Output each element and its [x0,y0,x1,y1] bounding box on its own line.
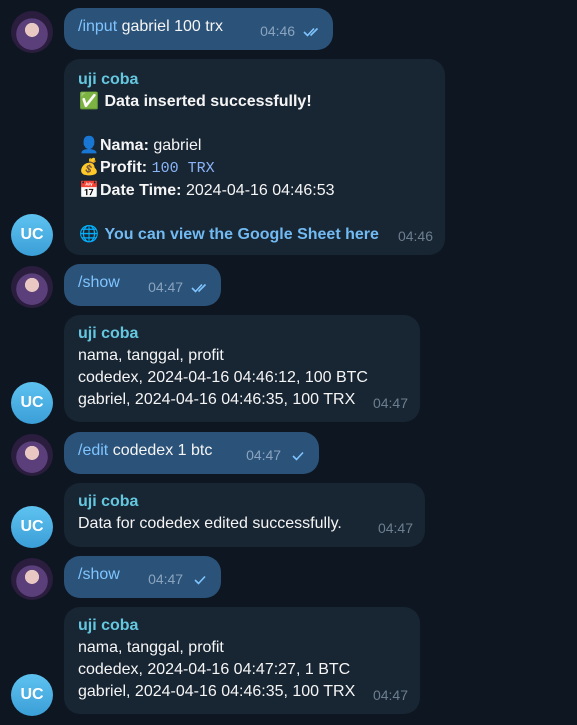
command-link[interactable]: /show [78,274,120,291]
user-avatar[interactable] [11,266,53,308]
message-time: 04:46 [260,20,321,42]
data-line: codedex, 2024-04-16 04:46:12, 100 BTC [78,369,368,386]
nama-value: gabriel [153,137,202,154]
check-icon [194,576,206,585]
profit-value[interactable]: 100 TRX [152,160,215,177]
data-line: codedex, 2024-04-16 04:47:27, 1 BTC [78,661,351,678]
user-avatar[interactable] [11,434,53,476]
incoming-message[interactable]: uji coba ✅ Data inserted successfully! 👤… [64,59,445,255]
date-label: Date Time: [100,182,182,199]
sender-name[interactable]: uji coba [78,69,431,91]
incoming-message[interactable]: uji coba nama, tanggal, profit codedex, … [64,315,420,422]
calendar-icon: 📅 [79,182,99,199]
command-link[interactable]: /edit [78,442,108,459]
message-time: 04:47 [372,687,408,703]
message-text: gabriel 100 trx [121,18,223,35]
globe-icon: 🌐 [79,226,99,243]
money-bag-icon: 💰 [79,159,99,176]
sender-name[interactable]: uji coba [78,323,406,345]
outgoing-message[interactable]: /show 04:47 [64,264,221,306]
person-icon: 👤 [79,137,99,154]
command-link[interactable]: /show [78,566,120,583]
sender-name[interactable]: uji coba [78,615,406,637]
user-avatar[interactable] [11,11,53,53]
message-time: 04:47 [148,568,209,590]
incoming-message[interactable]: uji coba Data for codedex edited success… [64,483,425,547]
data-line: nama, tanggal, profit [78,347,224,364]
incoming-message[interactable]: uji coba nama, tanggal, profit codedex, … [64,607,420,714]
outgoing-message[interactable]: /input gabriel 100 trx 04:46 [64,8,333,50]
message-text: Data for codedex edited successfully. [78,515,342,532]
message-time: 04:47 [377,520,413,536]
outgoing-message[interactable]: /edit codedex 1 btc 04:47 [64,432,319,474]
message-time: 04:47 [372,395,408,411]
sender-name[interactable]: uji coba [78,491,411,513]
double-check-icon [303,28,319,37]
command-link[interactable]: /input [78,18,117,35]
data-line: gabriel, 2024-04-16 04:46:35, 100 TRX [78,683,356,700]
bot-avatar[interactable]: UC [11,506,53,548]
google-sheet-link[interactable]: You can view the Google Sheet here [104,226,378,243]
message-text: codedex 1 btc [112,442,213,459]
message-time: 04:47 [148,276,209,298]
nama-label: Nama: [100,137,149,154]
double-check-icon [191,284,207,293]
user-avatar[interactable] [11,558,53,600]
outgoing-message[interactable]: /show 04:47 [64,556,221,598]
profit-label: Profit: [100,159,148,176]
status-text: Data inserted successfully! [104,93,312,110]
message-time: 04:47 [246,444,307,466]
data-line: gabriel, 2024-04-16 04:46:35, 100 TRX [78,391,356,408]
check-icon [292,452,304,461]
message-time: 04:46 [397,228,433,244]
check-mark-icon: ✅ [79,93,99,110]
bot-avatar[interactable]: UC [11,214,53,256]
bot-avatar[interactable]: UC [11,674,53,716]
date-value: 2024-04-16 04:46:53 [185,182,335,199]
data-line: nama, tanggal, profit [78,639,224,656]
bot-avatar[interactable]: UC [11,382,53,424]
